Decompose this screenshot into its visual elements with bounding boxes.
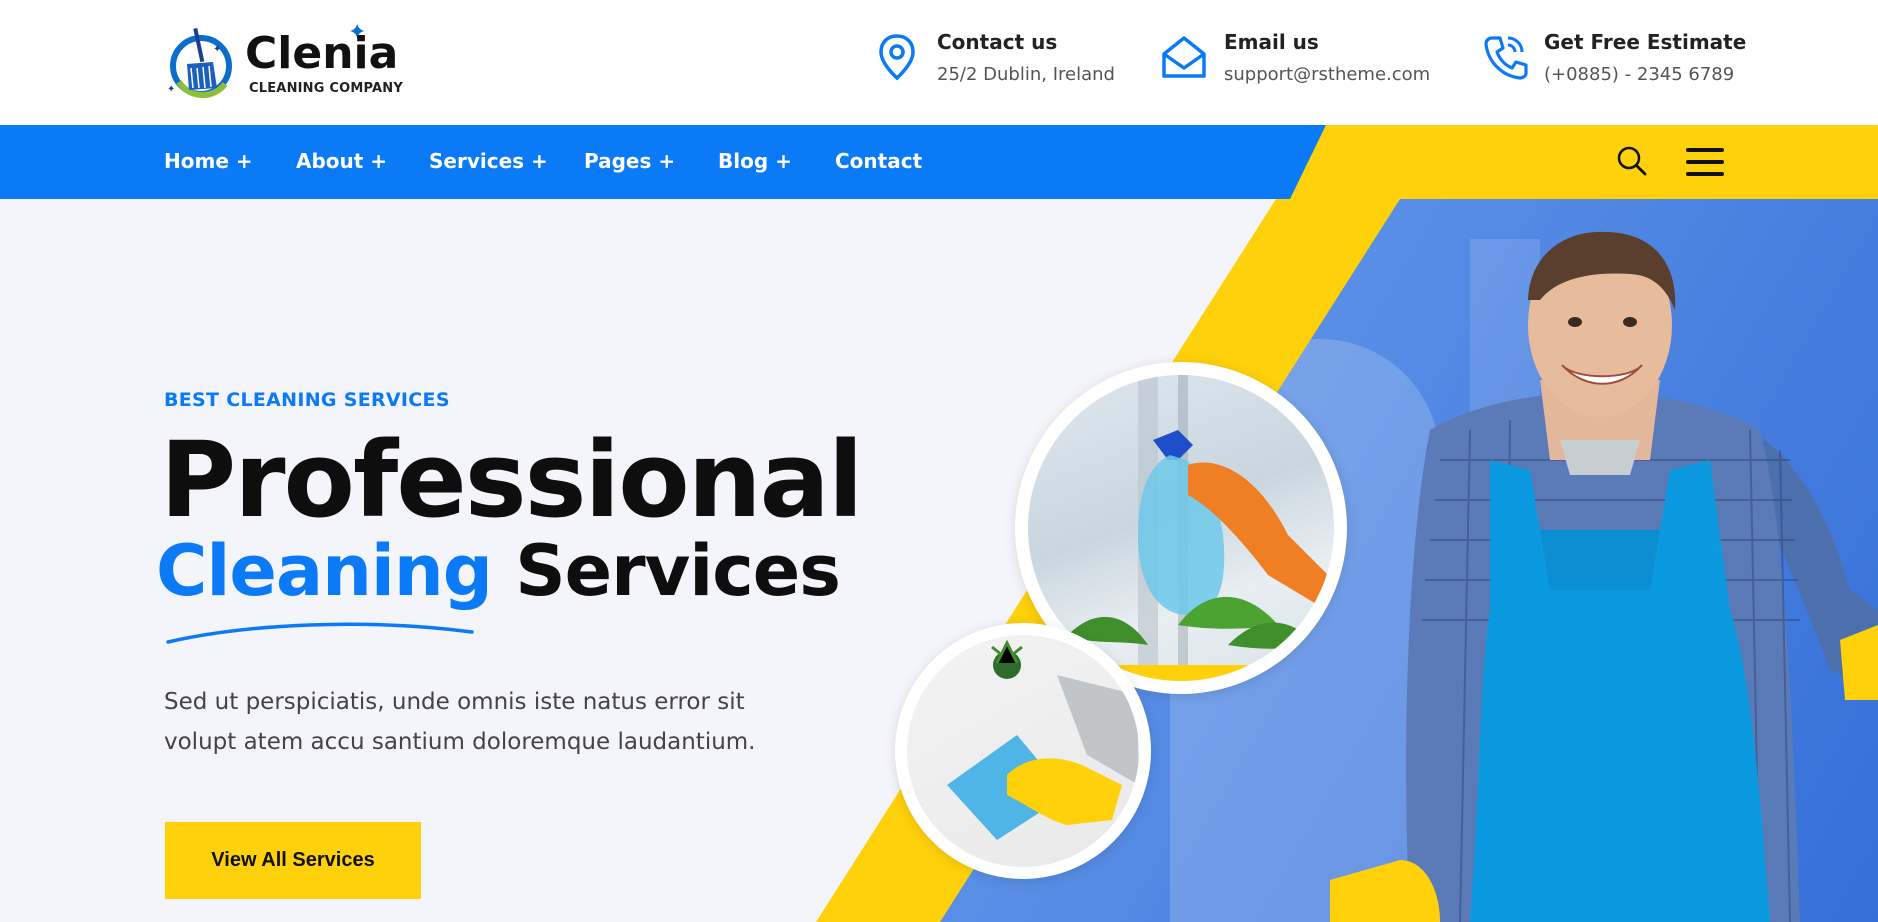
nav-item-services[interactable]: Services +	[429, 149, 548, 173]
menu-bar	[1686, 148, 1724, 152]
contact-title: Contact us	[937, 30, 1058, 54]
phone-number-link[interactable]: (+0885) - 2345 6789	[1544, 64, 1734, 85]
cleaner-man-image	[1330, 231, 1878, 922]
location-pin-icon	[879, 34, 915, 81]
hamburger-menu-icon[interactable]	[1686, 148, 1724, 176]
nav-item-pages[interactable]: Pages +	[584, 149, 675, 173]
envelope-icon	[1162, 36, 1206, 78]
svg-text:✦: ✦	[167, 84, 175, 95]
hero-title-rest: Services	[515, 530, 841, 612]
top-header: ✦ ✦ ✦ Clenia CLEANING COMPANY Contact us…	[0, 0, 1878, 125]
hero-eyebrow: BEST CLEANING SERVICES	[164, 389, 450, 411]
brand-logo[interactable]: ✦ ✦ ✦ Clenia CLEANING COMPANY	[163, 22, 403, 102]
estimate-title: Get Free Estimate	[1544, 30, 1747, 54]
phone-icon	[1484, 36, 1528, 80]
hero-title-accent: Cleaning	[156, 530, 493, 612]
contact-address: 25/2 Dublin, Ireland	[937, 64, 1115, 85]
wiping-illustration	[947, 639, 1139, 840]
nav-item-about[interactable]: About +	[296, 149, 387, 173]
contact-us-block: Contact us 25/2 Dublin, Ireland	[873, 28, 1133, 88]
estimate-block: Get Free Estimate (+0885) - 2345 6789	[1480, 28, 1746, 88]
email-title: Email us	[1224, 30, 1319, 54]
underline-swoosh-decoration	[166, 622, 474, 644]
hero-title: Professional	[160, 419, 864, 541]
nav-item-blog[interactable]: Blog +	[718, 149, 792, 173]
email-us-block: Email us support@rstheme.com	[1160, 28, 1450, 88]
navbar-accent	[1290, 125, 1878, 199]
menu-bar	[1686, 172, 1724, 176]
brand-name: Clenia	[245, 28, 399, 79]
wiping-photo	[907, 635, 1139, 867]
hero-subtitle: Cleaning Services	[156, 536, 841, 606]
svg-text:✦: ✦	[213, 44, 221, 55]
nav-item-contact[interactable]: Contact	[835, 149, 922, 173]
broom-logo-icon: ✦ ✦	[167, 27, 232, 99]
wiping-table-image	[895, 623, 1151, 879]
menu-bar	[1686, 160, 1724, 164]
hero-description: Sed ut perspiciatis, unde omnis iste nat…	[164, 689, 756, 755]
nav-item-home[interactable]: Home +	[164, 149, 253, 173]
brand-tagline: CLEANING COMPANY	[249, 81, 403, 96]
view-all-services-button[interactable]: View All Services	[165, 822, 421, 899]
email-address-link[interactable]: support@rstheme.com	[1224, 64, 1430, 85]
search-icon[interactable]	[1616, 145, 1648, 177]
